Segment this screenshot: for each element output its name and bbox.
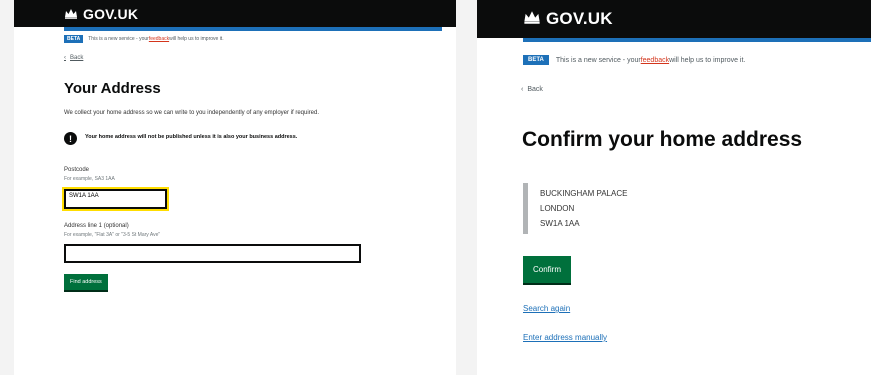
postcode-input[interactable]: SW1A 1AA xyxy=(64,189,167,209)
back-link[interactable]: ‹ Back xyxy=(64,55,456,61)
address-line: LONDON xyxy=(540,204,575,213)
crown-icon xyxy=(64,6,78,22)
warning-text: ! Your home address will not be publishe… xyxy=(64,132,354,145)
beta-tag: BETA xyxy=(64,35,84,43)
chevron-left-icon: ‹ xyxy=(64,55,66,61)
warning-message: Your home address will not be published … xyxy=(85,134,298,140)
address-line1-label: Address line 1 (optional) xyxy=(64,223,129,229)
confirm-button[interactable]: Confirm xyxy=(523,256,572,283)
beta-prefix: This is a new service - your xyxy=(88,36,149,42)
confirm-address-page: GOV.UK BETA This is a new service - your… xyxy=(477,0,871,375)
address-line: SW1A 1AA xyxy=(540,219,580,228)
warning-icon: ! xyxy=(64,132,77,145)
header-blue-bar xyxy=(523,38,871,42)
postcode-hint: For example, SA3 1AA xyxy=(64,176,115,182)
feedback-link[interactable]: feedback xyxy=(641,57,669,64)
beta-suffix: will help us to improve it. xyxy=(669,56,746,64)
address-inset: BUCKINGHAM PALACE LONDON SW1A 1AA xyxy=(523,183,871,234)
phase-banner: BETA This is a new service - your feedba… xyxy=(523,55,871,65)
beta-tag: BETA xyxy=(523,55,549,65)
postcode-label: Postcode xyxy=(64,167,90,173)
govuk-logo-text[interactable]: GOV.UK xyxy=(546,9,613,29)
intro-text: We collect your home address so we can w… xyxy=(64,110,320,116)
feedback-link[interactable]: feedback xyxy=(149,36,169,42)
chevron-left-icon: ‹ xyxy=(521,86,524,93)
address-line: BUCKINGHAM PALACE xyxy=(540,189,628,198)
find-address-button[interactable]: Find address xyxy=(64,274,108,290)
back-link[interactable]: ‹ Back xyxy=(521,86,871,93)
govuk-header: GOV.UK xyxy=(14,0,456,27)
address-line1-hint: For example, "Flat 3A" or "3-5 St Mary A… xyxy=(64,232,161,238)
beta-prefix: This is a new service - your xyxy=(555,56,641,64)
phase-banner: BETA This is a new service - your feedba… xyxy=(64,35,456,43)
header-blue-bar xyxy=(64,27,442,31)
address-line1-input[interactable] xyxy=(64,244,361,263)
search-again-link[interactable]: Search again xyxy=(523,304,871,313)
beta-suffix: will help us to improve it. xyxy=(169,36,224,42)
page-title: Confirm your home address xyxy=(522,128,803,151)
crown-icon xyxy=(523,9,541,29)
your-address-page: GOV.UK BETA This is a new service - your… xyxy=(14,0,456,375)
govuk-header: GOV.UK xyxy=(477,0,871,38)
page-title: Your Address xyxy=(64,80,161,97)
govuk-logo-text[interactable]: GOV.UK xyxy=(83,6,138,22)
enter-address-manually-link[interactable]: Enter address manually xyxy=(523,333,871,342)
